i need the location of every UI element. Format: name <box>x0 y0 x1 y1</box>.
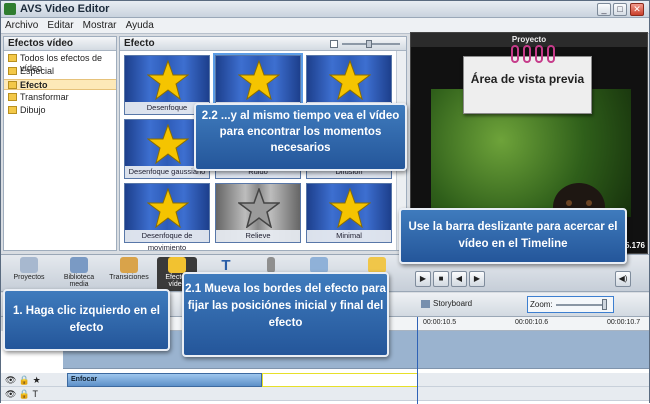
effects-track-controls[interactable]: 👁 🔒 ★ <box>5 375 55 387</box>
star-icon <box>147 188 189 228</box>
tree-item-label: Transformar <box>20 92 69 102</box>
star-icon <box>329 60 371 100</box>
callout-move-borders: 2.1 Mueva los bordes del efecto para fij… <box>182 272 389 357</box>
disc-menu-icon <box>310 257 328 273</box>
projects-button[interactable]: Proyectos <box>9 257 49 291</box>
playback-controls: ▶ ■ ◀ ▶ ◀) <box>415 271 647 289</box>
volume-button[interactable]: ◀) <box>615 271 631 287</box>
callout-zoom-tip: Use la barra deslizante para acercar el … <box>399 208 627 264</box>
video-effects-icon <box>168 257 186 273</box>
callout-preview-tip: 2.2 ...y al mismo tiempo vea el vídeo pa… <box>194 103 407 171</box>
spiral-ring <box>511 45 519 63</box>
effect-clip-enfocar[interactable]: Enfocar <box>67 373 262 387</box>
effect-thumb-label: Minimal <box>307 230 391 242</box>
effect-clip-extension[interactable] <box>262 373 418 387</box>
folder-icon <box>8 93 17 101</box>
close-button[interactable]: ✕ <box>630 3 644 16</box>
microphone-icon <box>267 257 275 273</box>
slider-knob[interactable] <box>366 40 372 48</box>
effect-thumb-relieve[interactable]: Relieve <box>215 183 301 243</box>
folder-icon <box>8 67 17 75</box>
projects-label: Proyectos <box>13 274 45 281</box>
stop-button[interactable]: ■ <box>433 271 449 287</box>
zoom-slider-knob[interactable] <box>602 299 607 310</box>
text-icon: T <box>221 257 231 274</box>
media-library-icon <box>70 257 88 273</box>
folder-icon <box>8 54 17 62</box>
window-title: AVS Video Editor <box>20 3 110 15</box>
effect-thumb-minimal[interactable]: Minimal <box>306 183 392 243</box>
transitions-icon <box>120 257 138 273</box>
ruler-tick-label: 00:00:10.6 <box>515 319 549 326</box>
preview-area-note-text: Área de vista previa <box>470 72 585 86</box>
folder-icon <box>8 106 17 114</box>
produce-icon <box>368 257 386 273</box>
effect-clip-label: Enfocar <box>71 376 98 383</box>
media-library-label: Biblioteca media <box>63 274 95 288</box>
avs-video-editor-window: AVS Video Editor _ □ ✕ Archivo Editar Mo… <box>0 0 650 404</box>
text-track-controls[interactable]: 👁 🔒 T <box>5 389 55 401</box>
effects-tree-title: Efectos vídeo <box>4 37 116 51</box>
minimize-button[interactable]: _ <box>597 3 611 16</box>
menu-editar[interactable]: Editar <box>43 18 75 31</box>
projects-icon <box>20 257 38 273</box>
play-button[interactable]: ▶ <box>415 271 431 287</box>
tree-item-especial[interactable]: Especial <box>4 66 116 77</box>
app-logo-icon <box>4 3 16 15</box>
star-icon <box>329 188 371 228</box>
tree-item-label: Especial <box>20 66 55 76</box>
zoom-label: Zoom: <box>530 300 553 309</box>
star-icon <box>147 124 189 164</box>
menu-ayuda[interactable]: Ayuda <box>122 18 156 31</box>
effect-thumb-label: Desenfoque de movimiento <box>125 230 209 250</box>
effect-thumb-label: Relieve <box>216 230 300 242</box>
maximize-button[interactable]: □ <box>613 3 627 16</box>
title-bar: AVS Video Editor _ □ ✕ <box>1 1 649 18</box>
star-icon <box>238 60 280 100</box>
ruler-tick-label: 00:00:10.7 <box>607 319 641 326</box>
tree-item-efecto[interactable]: Efecto <box>4 79 116 90</box>
transitions-button[interactable]: Transiciones <box>109 257 149 291</box>
effect-thumb-desenfoque-de-movimiento[interactable]: Desenfoque de movimiento <box>124 183 210 250</box>
text-track <box>1 387 649 401</box>
tree-item-all-effects[interactable]: Todos los efectos de vídeo <box>4 53 116 73</box>
storyboard-icon <box>421 299 430 308</box>
ruler-tick-label: 00:00:10.5 <box>423 319 457 326</box>
star-icon <box>238 188 280 228</box>
forward-button[interactable]: ▶ <box>469 271 485 287</box>
media-library-button[interactable]: Biblioteca media <box>59 257 99 291</box>
storyboard-button[interactable]: Storyboard <box>421 299 472 308</box>
tree-item-dibujo[interactable]: Dibujo <box>4 105 116 116</box>
menu-mostrar[interactable]: Mostrar <box>79 18 119 31</box>
timeline-playhead[interactable] <box>417 317 418 404</box>
menu-archivo[interactable]: Archivo <box>1 18 40 31</box>
effects-tree-panel: Efectos vídeo Todos los efectos de vídeo… <box>3 36 117 251</box>
callout-click-effect: 1. Haga clic izquierdo en el efecto <box>3 289 170 351</box>
tree-item-label: Dibujo <box>20 105 46 115</box>
tree-item-transformar[interactable]: Transformar <box>4 92 116 103</box>
spiral-ring <box>547 45 555 63</box>
folder-icon <box>8 81 17 89</box>
spiral-ring <box>523 45 531 63</box>
thumbnail-size-icon <box>330 40 338 48</box>
timeline-zoom-control[interactable]: Zoom: <box>527 296 614 313</box>
rewind-button[interactable]: ◀ <box>451 271 467 287</box>
gallery-title: Efecto <box>120 37 406 51</box>
gallery-title-label: Efecto <box>124 38 155 49</box>
transitions-label: Transiciones <box>109 274 149 281</box>
storyboard-label: Storyboard <box>433 299 473 308</box>
preview-area-note: Área de vista previa <box>463 45 592 114</box>
tree-item-label: Efecto <box>20 80 48 90</box>
thumbnail-size-slider[interactable] <box>330 40 400 48</box>
spiral-ring <box>535 45 543 63</box>
zoom-slider-track <box>556 304 605 306</box>
star-icon <box>147 60 189 100</box>
